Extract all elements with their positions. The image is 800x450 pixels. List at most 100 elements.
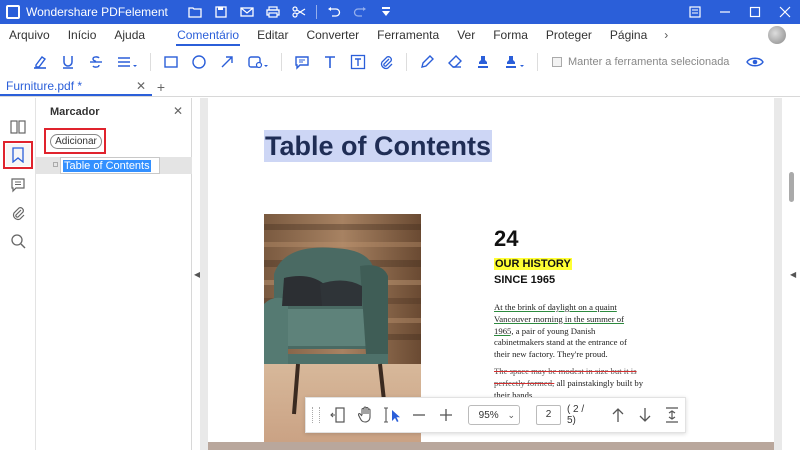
redo-icon[interactable] xyxy=(347,0,373,24)
print-icon[interactable] xyxy=(260,0,286,24)
zoom-out-icon[interactable] xyxy=(406,400,433,430)
bookmark-name: Table of Contents xyxy=(63,160,151,172)
add-bookmark-highlight: Adicionar xyxy=(44,128,106,154)
since-heading: SINCE 1965 xyxy=(494,274,556,286)
bookmark-icon[interactable] xyxy=(3,141,33,169)
history-heading: OUR HISTORY xyxy=(494,258,572,270)
save-icon[interactable] xyxy=(208,0,234,24)
zoom-select[interactable]: 95% ⌄ xyxy=(467,405,520,425)
strikethrough-icon[interactable] xyxy=(82,48,110,76)
sticky-note-icon[interactable] xyxy=(288,48,316,76)
left-sidebar-rail xyxy=(0,98,36,450)
menu-ver[interactable]: Ver xyxy=(448,24,484,46)
eye-icon[interactable] xyxy=(741,48,769,76)
scrollbar-thumb[interactable] xyxy=(789,172,794,202)
app-title: Wondershare PDFelement xyxy=(26,5,168,19)
maximize-icon[interactable] xyxy=(740,0,770,24)
page-number-input[interactable]: 2 xyxy=(536,405,561,425)
page-count: ( 2 / 5) xyxy=(566,404,585,426)
underline-icon[interactable] xyxy=(54,48,82,76)
fit-width-icon[interactable] xyxy=(326,400,353,430)
zoom-in-icon[interactable] xyxy=(433,400,460,430)
keep-tool-checkbox[interactable] xyxy=(552,57,562,67)
app-logo-icon xyxy=(6,5,20,19)
customize-toolbar-icon[interactable] xyxy=(373,0,399,24)
previous-page-icon[interactable] xyxy=(605,400,632,430)
section-number: 24 xyxy=(494,226,519,251)
add-tab-icon[interactable]: + xyxy=(152,77,170,96)
pencil-icon[interactable] xyxy=(413,48,441,76)
separator xyxy=(281,53,282,71)
arrow-icon[interactable] xyxy=(213,48,241,76)
menu-pagina[interactable]: Página xyxy=(601,24,656,46)
page-title: Table of Contents xyxy=(264,130,492,162)
close-panel-icon[interactable]: ✕ xyxy=(173,104,183,118)
add-bookmark-button[interactable]: Adicionar xyxy=(50,134,102,149)
oval-icon[interactable] xyxy=(185,48,213,76)
eraser-icon[interactable] xyxy=(441,48,469,76)
search-icon[interactable] xyxy=(6,230,30,252)
history-paragraph: At the brink of daylight on a quaint Van… xyxy=(494,302,634,361)
window-controls xyxy=(680,0,800,24)
bookmark-panel: Marcador ✕ Adicionar Table of Contents xyxy=(36,98,192,450)
notification-icon[interactable] xyxy=(680,0,710,24)
separator xyxy=(537,53,538,71)
keep-tool-label: Manter a ferramenta selecionada xyxy=(568,56,730,68)
panel-title: Marcador xyxy=(50,106,100,118)
rectangle-icon[interactable] xyxy=(157,48,185,76)
comments-icon[interactable] xyxy=(6,174,30,196)
paragraph-text: a pair of young Danish cabinetmakers sta… xyxy=(494,325,627,360)
bookmark-bullet-icon xyxy=(53,162,58,167)
hand-tool-icon[interactable] xyxy=(353,400,380,430)
menu-ajuda[interactable]: Ajuda xyxy=(105,24,154,46)
fit-page-icon[interactable] xyxy=(658,400,685,430)
separator xyxy=(406,53,407,71)
close-tab-icon[interactable]: ✕ xyxy=(136,79,146,93)
menu-converter[interactable]: Converter xyxy=(297,24,368,46)
bookmark-name-field[interactable]: Table of Contents xyxy=(60,157,160,174)
open-folder-icon[interactable] xyxy=(182,0,208,24)
menu-more-chevron-icon[interactable]: › xyxy=(656,28,676,42)
menu-bar: Arquivo Início Ajuda Comentário Editar C… xyxy=(0,24,800,46)
chevron-down-icon: ⌄ xyxy=(507,409,515,420)
zoom-value: 95% xyxy=(478,409,499,421)
collapse-right-arrow-icon[interactable]: ◀ xyxy=(790,270,796,279)
menu-editar[interactable]: Editar xyxy=(248,24,297,46)
keep-tool-selected-option[interactable]: Manter a ferramenta selecionada xyxy=(552,56,729,68)
attachment-icon[interactable] xyxy=(372,48,400,76)
thumbnail-icon[interactable] xyxy=(6,116,30,138)
text-icon[interactable] xyxy=(316,48,344,76)
quick-access-toolbar xyxy=(182,0,399,24)
page-image-strip xyxy=(208,442,774,450)
text-box-icon[interactable] xyxy=(344,48,372,76)
minimize-icon[interactable] xyxy=(710,0,740,24)
attachment-panel-icon[interactable] xyxy=(6,202,30,224)
replace-text-icon[interactable] xyxy=(110,48,144,76)
menu-forma[interactable]: Forma xyxy=(484,24,537,46)
menu-arquivo[interactable]: Arquivo xyxy=(0,24,59,46)
tab-furniture-pdf[interactable]: Furniture.pdf * ✕ xyxy=(0,77,152,96)
highlight-icon[interactable] xyxy=(26,48,54,76)
title-bar: Wondershare PDFelement xyxy=(0,0,800,24)
separator xyxy=(315,5,317,19)
email-icon[interactable] xyxy=(234,0,260,24)
menu-proteger[interactable]: Proteger xyxy=(537,24,601,46)
menu-inicio[interactable]: Início xyxy=(59,24,106,46)
scissors-icon[interactable] xyxy=(286,0,312,24)
avatar[interactable] xyxy=(768,26,786,44)
bookmark-item[interactable]: Table of Contents xyxy=(36,157,192,174)
drag-handle[interactable] xyxy=(312,407,320,423)
next-page-icon[interactable] xyxy=(631,400,658,430)
select-tool-icon[interactable] xyxy=(379,400,406,430)
comment-toolbar: Manter a ferramenta selecionada xyxy=(0,46,800,78)
menu-ferramenta[interactable]: Ferramenta xyxy=(368,24,448,46)
stamp-icon[interactable] xyxy=(469,48,497,76)
menu-comentario[interactable]: Comentário xyxy=(168,24,248,46)
page-navigation-bar: 95% ⌄ 2 ( 2 / 5) xyxy=(305,397,686,433)
undo-icon[interactable] xyxy=(321,0,347,24)
close-window-icon[interactable] xyxy=(770,0,800,24)
tab-label: Furniture.pdf * xyxy=(6,78,83,93)
document-tab-bar: Furniture.pdf * ✕ + xyxy=(0,78,800,97)
signature-dropdown-icon[interactable] xyxy=(497,48,531,76)
shape-dropdown-icon[interactable] xyxy=(241,48,275,76)
